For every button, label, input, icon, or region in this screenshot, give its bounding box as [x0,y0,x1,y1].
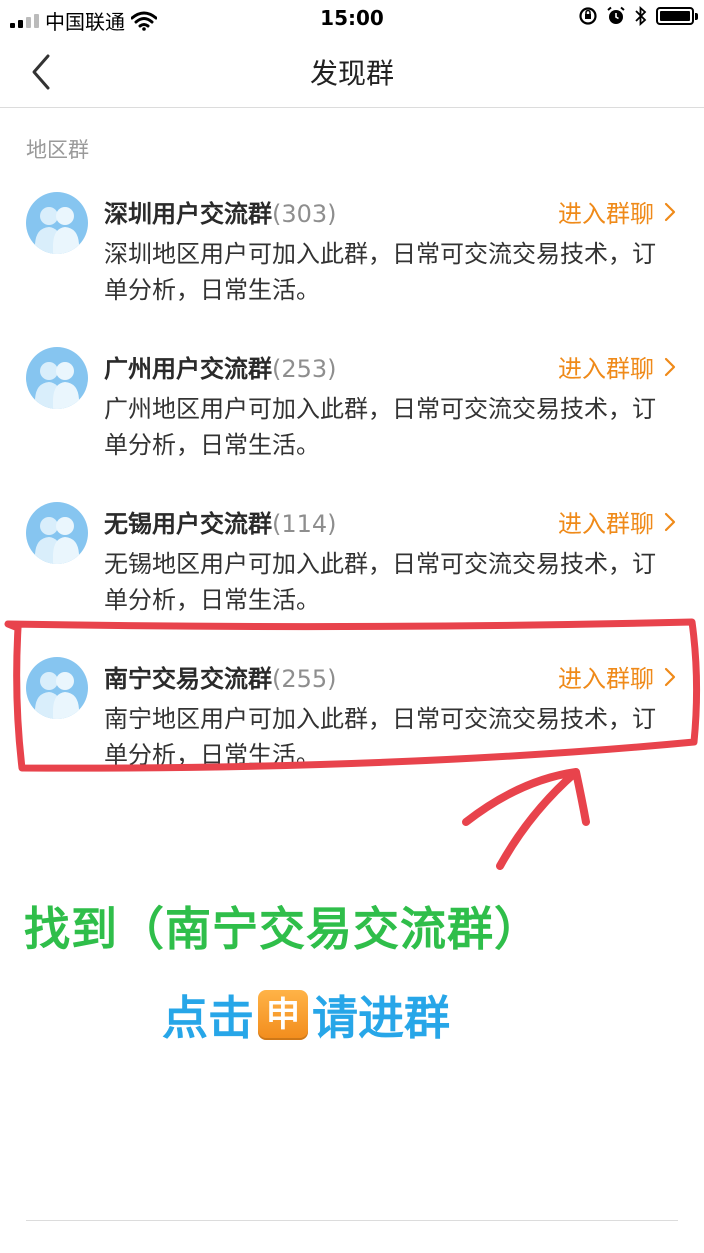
group-list-item[interactable]: 南宁交易交流群(255) 进入群聊 南宁地区用户可加入此群，日常可交流交易技术，… [0,627,704,777]
group-avatar-icon [26,192,88,254]
chevron-right-icon [664,512,676,531]
group-list-item[interactable]: 无锡用户交流群(114) 进入群聊 无锡地区用户可加入此群，日常可交流交易技术，… [0,472,704,622]
section-label: 地区群 [26,138,89,162]
page-title: 发现群 [309,57,394,90]
group-member-count: (253) [272,355,337,383]
rotation-lock-icon [579,7,597,25]
join-group-label: 进入群聊 [558,200,654,228]
group-avatar-icon [26,657,88,719]
alarm-icon [607,6,625,24]
join-group-label: 进入群聊 [558,355,654,383]
group-description: 南宁地区用户可加入此群，日常可交流交易技术，订单分析，日常生活。 [104,705,656,769]
group-name-text: 深圳用户交流群 [104,200,272,228]
group-name: 无锡用户交流群(114) [104,504,337,539]
annotation-instruction: 找到（南宁交易交流群） [24,902,541,956]
join-group-button[interactable]: 进入群聊 [558,349,676,384]
chevron-right-icon [664,202,676,221]
join-group-button[interactable]: 进入群聊 [558,504,676,539]
group-list-item[interactable]: 深圳用户交流群(303) 进入群聊 深圳地区用户可加入此群，日常可交流交易技术，… [0,162,704,312]
join-group-button[interactable]: 进入群聊 [558,659,676,694]
group-avatar-icon [26,347,88,409]
group-name: 南宁交易交流群(255) [104,659,337,694]
group-description: 无锡地区用户可加入此群，日常可交流交易技术，订单分析，日常生活。 [104,550,656,614]
group-member-count: (303) [272,200,337,228]
group-member-count: (114) [272,510,337,538]
apply-badge-icon: 申 [258,990,308,1040]
chevron-right-icon [664,357,676,376]
group-list-item[interactable]: 广州用户交流群(253) 进入群聊 广州地区用户可加入此群，日常可交流交易技术，… [0,317,704,467]
group-name-text: 无锡用户交流群 [104,510,272,538]
annotation-sub-before: 点击 [162,991,254,1045]
battery-icon [656,7,698,25]
annotation-sub-instruction: 点击 申 请进群 [162,982,450,1048]
chevron-right-icon [664,667,676,686]
status-bar: 中国联通 15:00 [0,0,704,36]
divider [26,1220,678,1221]
annotation-sub-after: 请进群 [312,991,450,1045]
group-name: 广州用户交流群(253) [104,349,337,384]
join-group-button[interactable]: 进入群聊 [558,194,676,229]
nav-bar: 发现群 [0,36,704,108]
group-name: 深圳用户交流群(303) [104,194,337,229]
group-member-count: (255) [272,665,337,693]
group-name-text: 南宁交易交流群 [104,665,272,693]
join-group-label: 进入群聊 [558,510,654,538]
group-avatar-icon [26,502,88,564]
group-name-text: 广州用户交流群 [104,355,272,383]
annotation-arrow [462,768,590,870]
bluetooth-icon [635,6,647,26]
group-description: 深圳地区用户可加入此群，日常可交流交易技术，订单分析，日常生活。 [104,240,656,304]
join-group-label: 进入群聊 [558,665,654,693]
status-right [578,6,698,26]
group-description: 广州地区用户可加入此群，日常可交流交易技术，订单分析，日常生活。 [104,395,656,459]
